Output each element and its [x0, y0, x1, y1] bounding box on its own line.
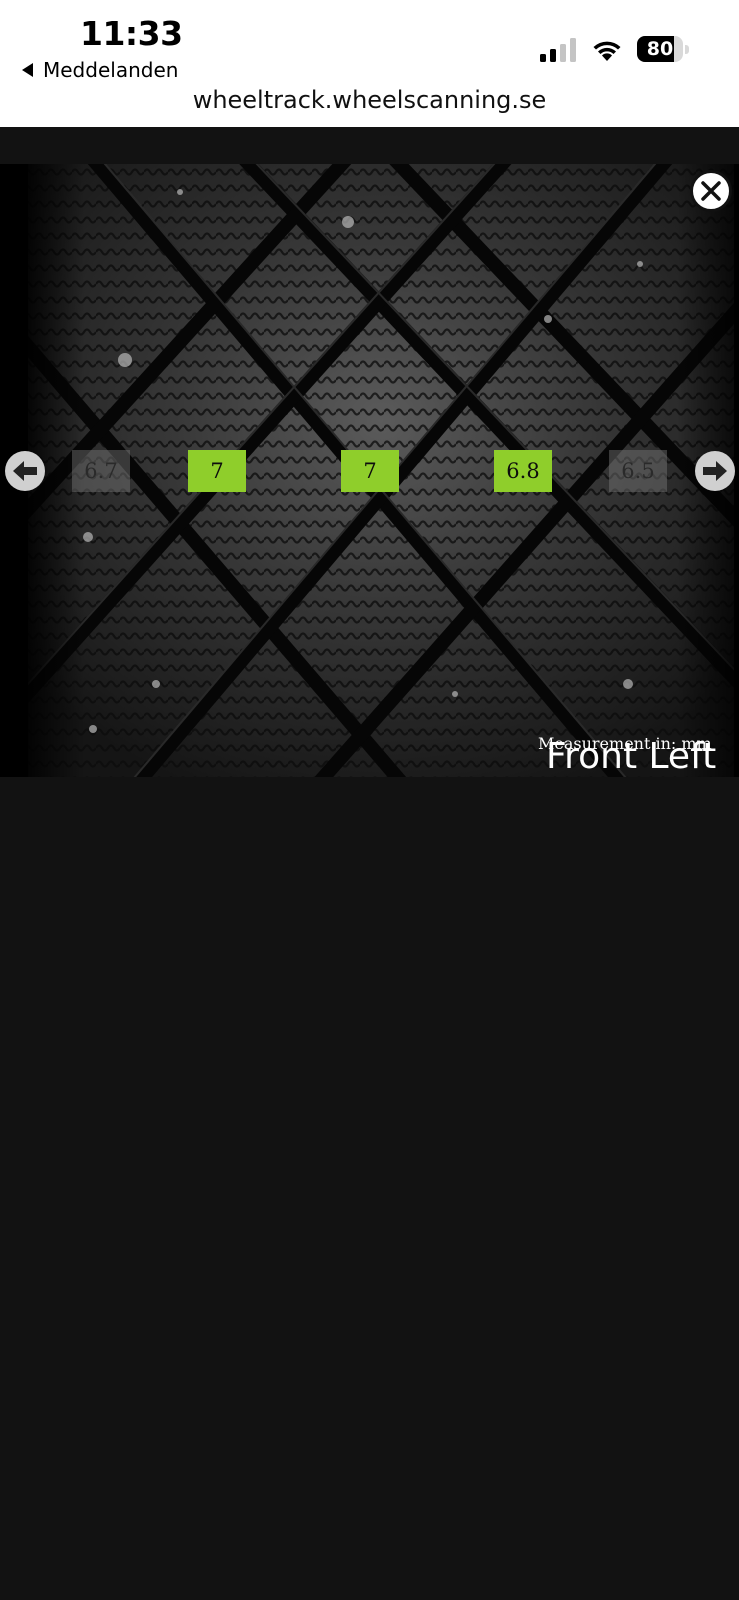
arrow-left-icon [13, 461, 37, 481]
previous-wheel-button[interactable] [5, 451, 45, 491]
tread-depth-measurement: 7 [188, 450, 246, 492]
back-triangle-icon [22, 63, 33, 77]
tread-depth-measurement: 6.8 [494, 450, 552, 492]
wheel-position-label: Front Left [546, 736, 717, 777]
close-viewer-button[interactable] [690, 170, 732, 212]
cellular-signal-icon [540, 38, 576, 62]
tread-depth-measurement: 6.5 [609, 450, 667, 492]
arrow-right-icon [703, 461, 727, 481]
battery-percent: 80 [646, 38, 674, 60]
next-wheel-button[interactable] [695, 451, 735, 491]
tread-depth-measurement: 7 [341, 450, 399, 492]
status-and-url-bar: 11:33 Meddelanden 80 wheeltrack.wheelsca… [0, 0, 739, 127]
status-time: 11:33 [80, 14, 183, 53]
back-to-app-button[interactable]: Meddelanden [22, 58, 178, 82]
close-icon [701, 181, 721, 201]
wifi-icon [593, 41, 621, 61]
back-app-label: Meddelanden [43, 58, 179, 82]
url-bar[interactable]: wheeltrack.wheelscanning.se [0, 86, 739, 114]
battery-indicator: 80 [637, 36, 689, 62]
tread-depth-measurement: 6.7 [72, 450, 130, 492]
